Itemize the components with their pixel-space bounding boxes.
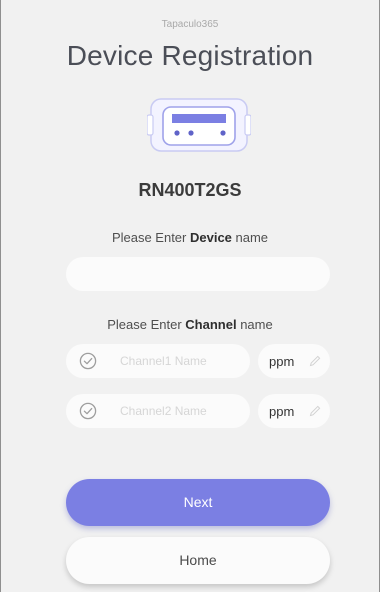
- next-button[interactable]: Next: [66, 479, 330, 526]
- device-prompt-text: Please Enter: [111, 230, 190, 245]
- page-title: Device Registration: [66, 40, 314, 71]
- pencil-icon[interactable]: [309, 355, 321, 367]
- unit-label: ppm: [269, 354, 295, 369]
- device-icon: [147, 98, 251, 152]
- brand-label: Tapaculo365: [161, 19, 219, 30]
- unit-selector-1[interactable]: ppm: [258, 344, 330, 378]
- pencil-icon[interactable]: [309, 405, 321, 417]
- channel-name-prompt: Please Enter Channel name: [1, 317, 379, 332]
- device-prompt-suffix: name: [231, 230, 269, 245]
- channel-row-1: ppm: [66, 344, 330, 378]
- device-model: RN400T2GS: [138, 180, 242, 200]
- channel-row-2: ppm: [66, 394, 330, 428]
- device-name-prompt: Please Enter Device name: [1, 230, 379, 245]
- channel-prompt-bold: Channel: [185, 317, 237, 332]
- unit-label: ppm: [269, 404, 295, 419]
- check-circle-icon: [79, 402, 97, 420]
- check-circle-icon: [79, 352, 97, 370]
- registration-screen: Tapaculo365 Device Registration RN400T2G…: [0, 0, 380, 592]
- device-name-input[interactable]: [66, 257, 330, 291]
- device-prompt-bold: Device: [189, 230, 232, 245]
- channel-prompt-suffix: name: [236, 317, 273, 332]
- channel-prompt-text: Please Enter: [107, 317, 186, 332]
- home-button[interactable]: Home: [66, 537, 330, 584]
- unit-selector-2[interactable]: ppm: [258, 394, 330, 428]
